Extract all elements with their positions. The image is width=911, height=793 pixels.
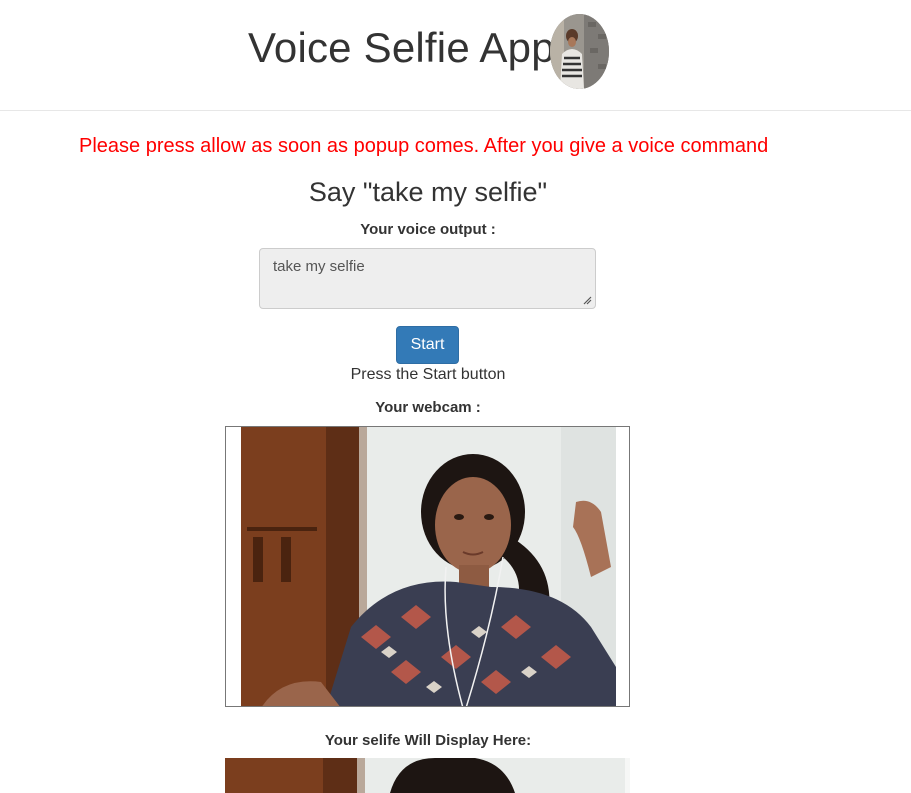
resize-grip-icon[interactable] (582, 295, 592, 305)
voice-output-textarea[interactable]: take my selfie (259, 248, 596, 309)
selfie-display-label: Your selife Will Display Here: (324, 732, 532, 749)
profile-photo-icon (550, 14, 609, 89)
permission-notice: Please press allow as soon as popup come… (79, 135, 769, 157)
command-instruction: Say "take my selfie" (308, 177, 548, 207)
webcam-label: Your webcam : (375, 399, 481, 416)
app-title: Voice Selfie App (248, 24, 555, 71)
start-hint: Press the Start button (350, 366, 506, 383)
page-header: Voice Selfie App (0, 0, 911, 111)
start-button[interactable]: Start (396, 326, 459, 364)
voice-output-label: Your voice output : (360, 221, 496, 238)
selfie-image (225, 758, 630, 793)
webcam-video (225, 426, 630, 707)
